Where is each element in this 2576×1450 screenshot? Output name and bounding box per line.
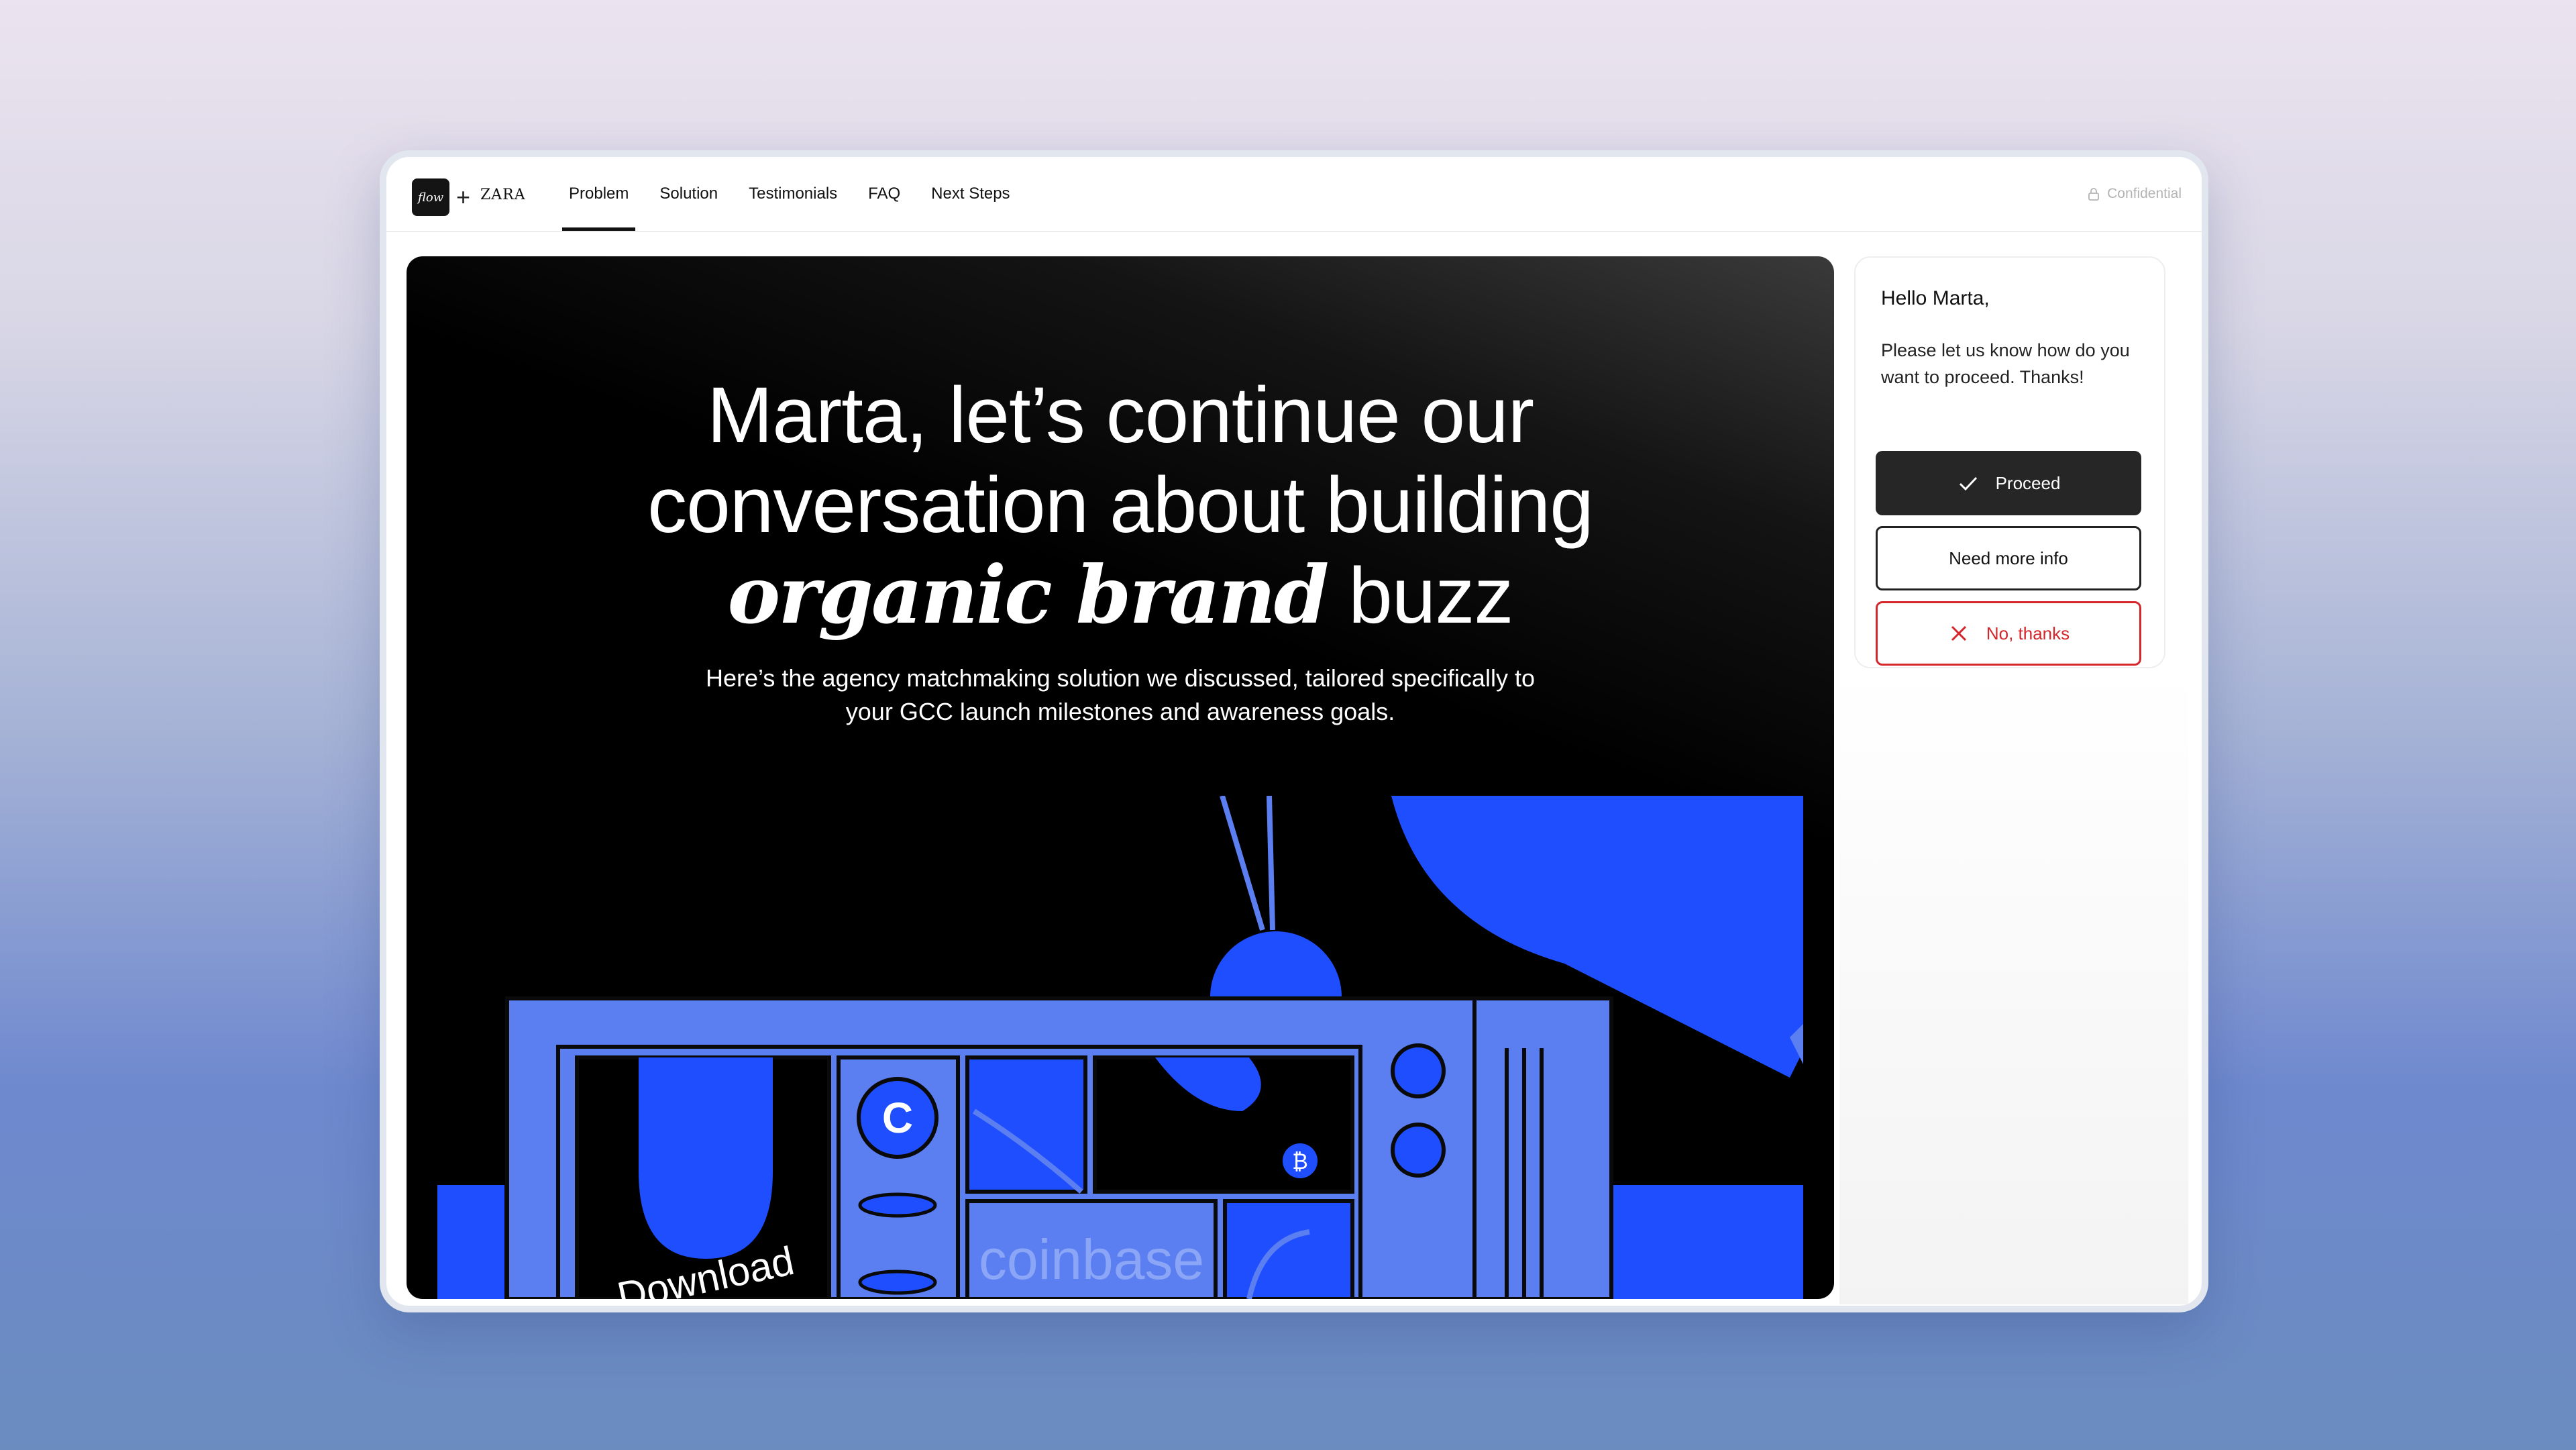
headline-emphasis: organic brand: [727, 548, 1330, 641]
subtitle-line-2: your GCC launch milestones and awareness…: [845, 698, 1395, 725]
hero-headline: Marta, let’s continue our conversation a…: [407, 370, 1834, 641]
section-tabs: Problem Solution Testimonials FAQ Next S…: [562, 157, 1034, 231]
tab-problem[interactable]: Problem: [562, 157, 636, 231]
panel-message: Please let us know how do you want to pr…: [1881, 340, 2130, 387]
antenna-left: [1220, 796, 1265, 931]
decline-label: No, thanks: [1986, 623, 2070, 643]
headline-line-3: organic brand buzz: [407, 550, 1834, 641]
headline-end: buzz: [1348, 552, 1513, 640]
brand-logo[interactable]: flow: [412, 178, 449, 216]
bitcoin-symbol: ₿: [1292, 1149, 1308, 1174]
close-icon: [1951, 625, 1966, 641]
subtitle-line-1: Here’s the agency matchmaking solution w…: [706, 664, 1535, 692]
tab-next-steps[interactable]: Next Steps: [924, 157, 1016, 231]
tab-faq[interactable]: FAQ: [861, 157, 907, 231]
antenna-base: [1210, 931, 1342, 997]
lock-icon: [2088, 188, 2099, 201]
hero-illustration: Download C ₿ coinbase: [437, 796, 1803, 1299]
tab-solution[interactable]: Solution: [653, 157, 724, 231]
need-more-info-button[interactable]: Need more info: [1876, 526, 2141, 590]
check-icon: [1959, 476, 1977, 491]
headline-line-2: conversation about building: [647, 461, 1594, 550]
tv-knob-top: [1391, 1043, 1446, 1098]
proceed-label: Proceed: [1995, 472, 2061, 493]
antenna-right: [1267, 796, 1275, 931]
confidential-label: Confidential: [2107, 186, 2182, 201]
tab-testimonials[interactable]: Testimonials: [742, 157, 844, 231]
top-navigation-bar: flow + ZARA Problem Solution Testimonial…: [386, 157, 2202, 232]
confidential-indicator: Confidential: [2087, 157, 2182, 231]
need-more-info-label: Need more info: [1949, 548, 2068, 568]
partner-logo: ZARA: [480, 187, 526, 203]
proceed-button[interactable]: Proceed: [1876, 451, 2141, 515]
hero-subtitle: Here’s the agency matchmaking solution w…: [407, 662, 1834, 729]
decline-button[interactable]: No, thanks: [1876, 601, 2141, 666]
hero-section: Marta, let’s continue our conversation a…: [407, 256, 1834, 1299]
app-window: flow + ZARA Problem Solution Testimonial…: [380, 150, 2208, 1312]
greeting-text: Hello Marta,: [1881, 287, 1990, 309]
plus-icon: +: [456, 183, 471, 211]
tv-knob-bottom: [1391, 1123, 1446, 1178]
coinbase-word: coinbase: [979, 1228, 1204, 1291]
coin-letter: C: [882, 1094, 913, 1142]
decision-panel: Hello Marta, Please let us know how do y…: [1854, 256, 2165, 668]
panel-background: [1839, 667, 2188, 1304]
headline-line-1: Marta, let’s continue our: [706, 371, 1534, 460]
